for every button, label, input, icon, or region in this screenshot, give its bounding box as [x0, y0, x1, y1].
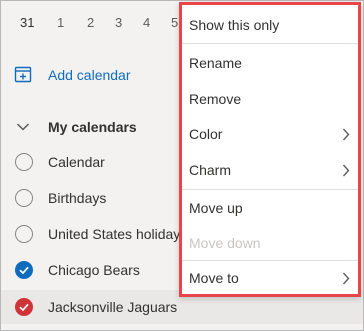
- menu-item-show-this-only[interactable]: Show this only: [182, 8, 358, 42]
- date-cell[interactable]: 1: [57, 15, 64, 30]
- date-cell[interactable]: 2: [87, 15, 94, 30]
- menu-item-label: Rename: [189, 55, 242, 71]
- my-calendars-label: My calendars: [48, 119, 137, 135]
- menu-item-label: Move to: [189, 270, 239, 286]
- menu-item-label: Remove: [189, 91, 242, 107]
- menu-item-move-to[interactable]: Move to: [182, 261, 358, 295]
- mini-calendar-row: 31 1 2 3 4 5: [1, 1, 179, 41]
- date-cell[interactable]: 31: [20, 15, 34, 30]
- calendar-item-label: United States holidays: [48, 226, 188, 242]
- calendar-toggle-circle[interactable]: [15, 153, 33, 171]
- menu-item-remove[interactable]: Remove: [182, 82, 358, 116]
- calendar-context-menu: Show this only Rename Remove Color Charm…: [179, 2, 361, 297]
- add-calendar-icon: [14, 66, 32, 83]
- menu-item-color[interactable]: Color: [182, 117, 358, 151]
- chevron-right-icon: [342, 128, 350, 141]
- menu-item-label: Show this only: [189, 17, 280, 33]
- calendar-item[interactable]: Chicago Bears: [1, 253, 181, 287]
- calendar-item[interactable]: Calendar: [1, 145, 181, 179]
- menu-item-label: Charm: [189, 162, 232, 178]
- calendar-item[interactable]: Birthdays: [1, 181, 181, 215]
- calendar-item[interactable]: United States holidays: [1, 217, 187, 251]
- calendar-item-label: Chicago Bears: [48, 262, 140, 278]
- my-calendars-group-header[interactable]: My calendars: [1, 114, 181, 142]
- date-cell[interactable]: 5: [171, 15, 178, 30]
- menu-item-charm[interactable]: Charm: [182, 153, 358, 187]
- menu-item-label: Color: [189, 126, 223, 142]
- menu-divider: [182, 189, 358, 190]
- calendar-item-label: Jacksonville Jaguars: [48, 299, 178, 315]
- add-calendar-label: Add calendar: [48, 67, 131, 83]
- menu-item-label: Move up: [189, 200, 243, 216]
- menu-item-rename[interactable]: Rename: [182, 46, 358, 80]
- add-calendar-button[interactable]: Add calendar: [1, 59, 181, 89]
- calendar-toggle-circle[interactable]: [15, 225, 33, 243]
- menu-item-move-up[interactable]: Move up: [182, 191, 358, 225]
- calendar-toggle-checked[interactable]: [15, 298, 33, 316]
- calendar-item-label: Birthdays: [48, 190, 107, 206]
- date-cell[interactable]: 4: [143, 15, 150, 30]
- menu-divider: [182, 43, 358, 44]
- chevron-down-icon: [16, 123, 30, 131]
- calendar-toggle-circle[interactable]: [15, 189, 33, 207]
- menu-item-move-down: Move down: [182, 226, 358, 260]
- checkmark-icon: [15, 261, 33, 279]
- calendar-item-label: Calendar: [48, 154, 105, 170]
- checkmark-icon: [15, 298, 33, 316]
- calendar-toggle-checked[interactable]: [15, 261, 33, 279]
- menu-item-label: Move down: [189, 235, 261, 251]
- chevron-right-icon: [342, 164, 350, 177]
- chevron-right-icon: [342, 272, 350, 285]
- date-cell[interactable]: 3: [115, 15, 122, 30]
